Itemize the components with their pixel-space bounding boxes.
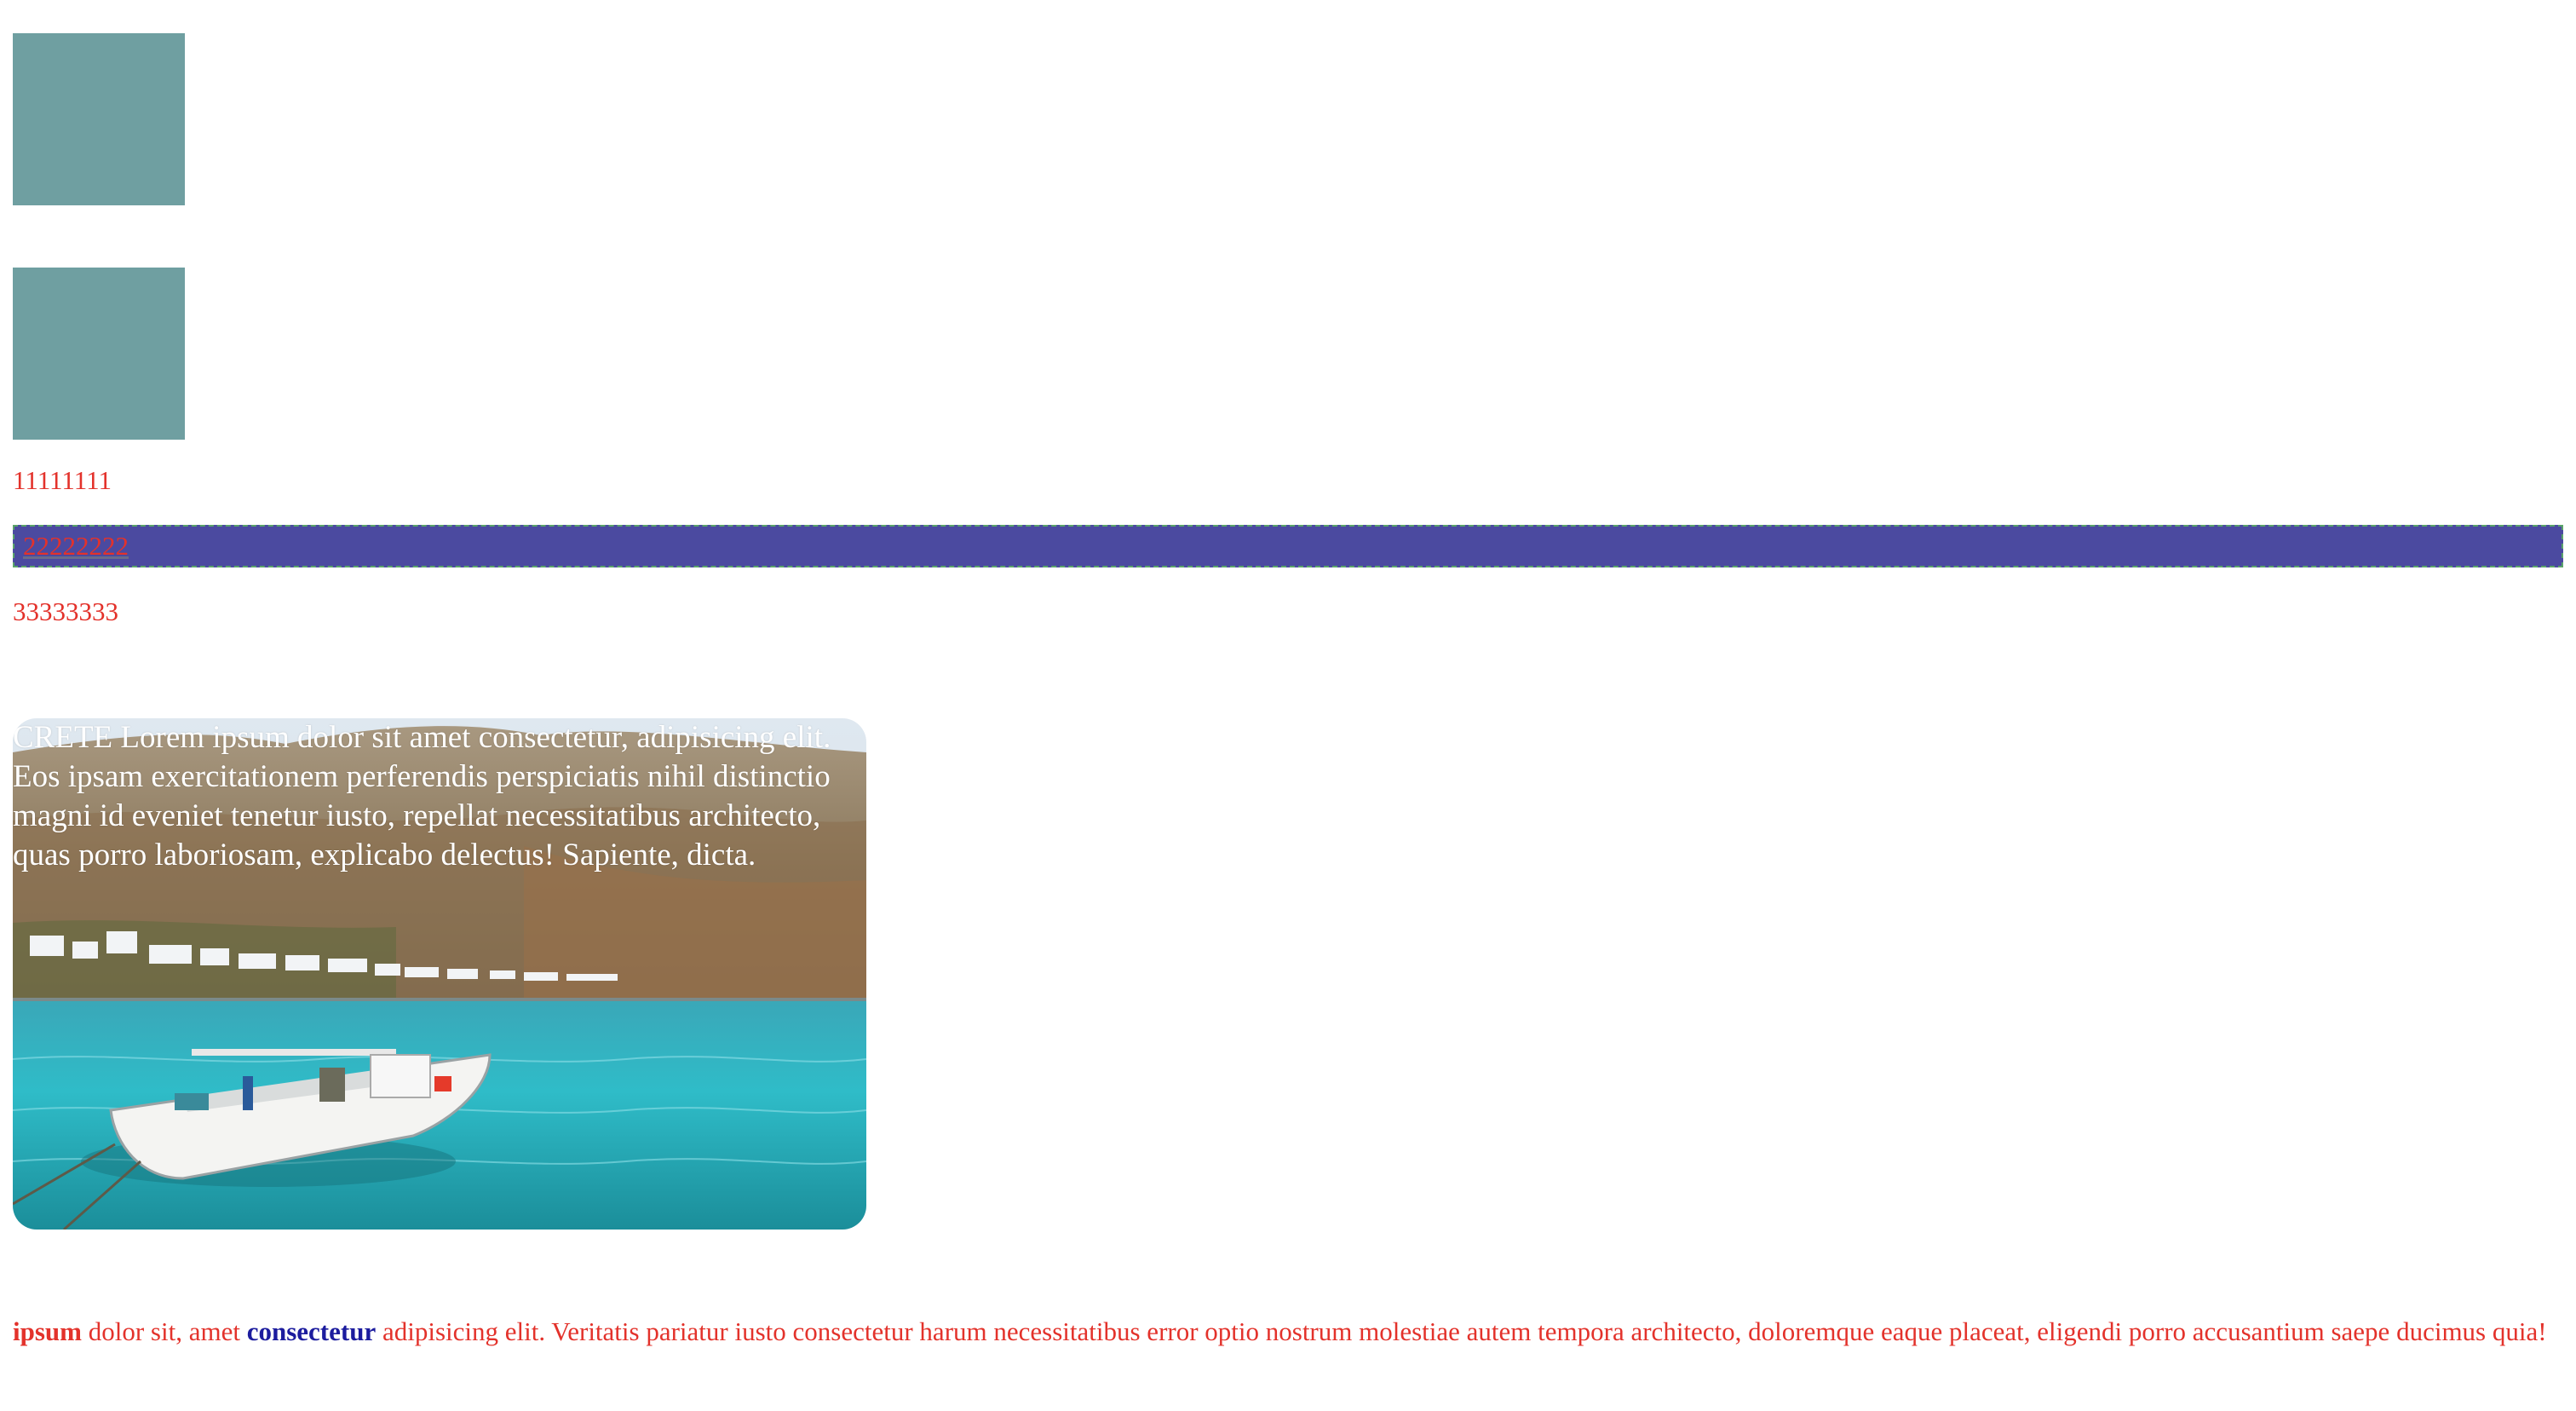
line-one: 11111111 xyxy=(13,465,112,495)
teal-square-2 xyxy=(13,268,185,440)
crete-image-card: CRETE Lorem ipsum dolor sit amet consect… xyxy=(13,718,866,1230)
paragraph-text-1: dolor sit, amet xyxy=(81,1316,247,1346)
emphasis-ipsum: ipsum xyxy=(13,1316,82,1346)
teal-square-1 xyxy=(13,33,185,205)
emphasis-consectetur: consectetur xyxy=(246,1316,377,1346)
paragraph-text-2: adipisicing elit. Veritatis pariatur ius… xyxy=(376,1316,2547,1346)
line-two-link[interactable]: 22222222 xyxy=(23,531,129,562)
card-caption: CRETE Lorem ipsum dolor sit amet consect… xyxy=(13,720,831,873)
highlighted-bar: 22222222 xyxy=(13,525,2563,567)
body-paragraph: ipsum dolor sit, amet consectetur adipis… xyxy=(13,1316,2560,1348)
line-three: 33333333 xyxy=(13,596,118,626)
